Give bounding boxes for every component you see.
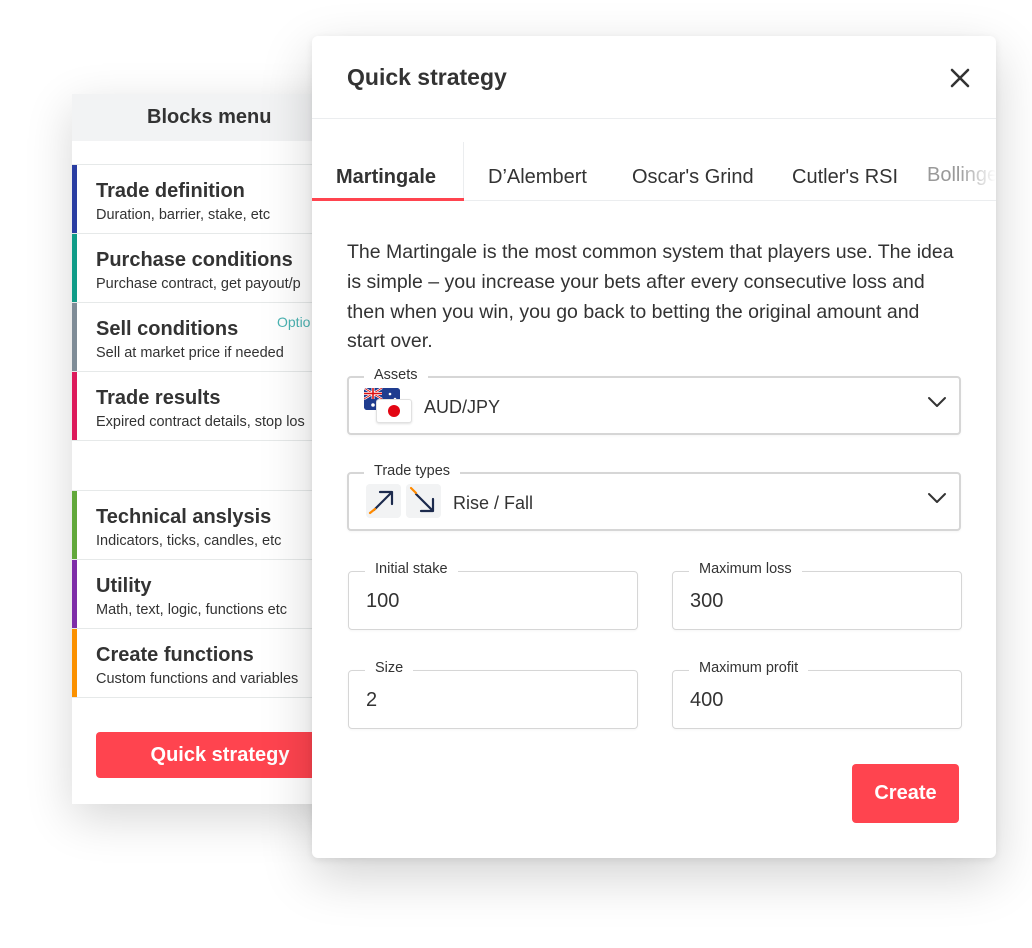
block-item-subtitle: Sell at market price if needed bbox=[96, 345, 284, 361]
maximum-profit-label: Maximum profit bbox=[689, 660, 809, 676]
strategy-tabs: Martingale D’Alembert Oscar's Grind Cutl… bbox=[312, 142, 996, 201]
block-item-subtitle: Indicators, ticks, candles, etc bbox=[96, 533, 282, 549]
japan-flag-icon bbox=[376, 399, 412, 423]
assets-select[interactable]: Assets AUD/JPY bbox=[347, 367, 961, 435]
block-item-subtitle: Expired contract details, stop los bbox=[96, 414, 305, 430]
block-item-subtitle: Custom functions and variables bbox=[96, 671, 299, 687]
modal-title: Quick strategy bbox=[347, 64, 507, 90]
size-label: Size bbox=[365, 660, 414, 676]
size-field[interactable]: Size 2 bbox=[348, 660, 638, 729]
tab-divider bbox=[463, 142, 464, 200]
maximum-loss-input[interactable]: 300 bbox=[690, 590, 723, 613]
rise-arrow-icon bbox=[366, 484, 401, 518]
initial-stake-field[interactable]: Initial stake 100 bbox=[348, 561, 638, 630]
size-input[interactable]: 2 bbox=[366, 689, 377, 712]
trade-types-value: Rise / Fall bbox=[453, 493, 534, 513]
create-button[interactable]: Create bbox=[852, 764, 959, 823]
category-color-bar bbox=[72, 303, 77, 371]
maximum-profit-field[interactable]: Maximum profit 400 bbox=[672, 660, 962, 729]
modal-header: Quick strategy bbox=[312, 36, 996, 119]
trade-types-label: Trade types bbox=[364, 463, 461, 479]
category-color-bar bbox=[72, 372, 77, 440]
initial-stake-input[interactable]: 100 bbox=[366, 590, 399, 613]
block-item-title: Purchase conditions bbox=[96, 249, 293, 271]
block-item-subtitle: Purchase contract, get payout/p bbox=[96, 276, 301, 292]
category-color-bar bbox=[72, 629, 77, 697]
category-color-bar bbox=[72, 491, 77, 559]
block-item-title: Trade results bbox=[96, 387, 221, 409]
category-color-bar bbox=[72, 560, 77, 628]
maximum-profit-input[interactable]: 400 bbox=[690, 689, 723, 712]
chevron-down-icon bbox=[928, 397, 946, 407]
tab-bollinger[interactable]: Bollinger bbox=[927, 164, 996, 187]
block-item-subtitle: Math, text, logic, functions etc bbox=[96, 602, 288, 618]
block-item-title: Create functions bbox=[96, 644, 254, 666]
block-item-title: Technical anslysis bbox=[96, 506, 272, 528]
strategy-description: The Martingale is the most common system… bbox=[347, 241, 954, 353]
block-item-title: Trade definition bbox=[96, 180, 245, 202]
category-color-bar bbox=[72, 234, 77, 302]
initial-stake-label: Initial stake bbox=[365, 561, 458, 577]
tab-cutlers-rsi[interactable]: Cutler's RSI bbox=[792, 166, 898, 189]
tab-martingale[interactable]: Martingale bbox=[336, 166, 436, 189]
category-color-bar bbox=[72, 165, 77, 233]
quick-strategy-button-label: Quick strategy bbox=[150, 743, 290, 766]
close-icon[interactable] bbox=[948, 66, 972, 90]
chevron-down-icon bbox=[928, 493, 946, 503]
maximum-loss-label: Maximum loss bbox=[689, 561, 802, 577]
tab-oscars-grind[interactable]: Oscar's Grind bbox=[632, 166, 754, 189]
block-item-title: Sell conditions bbox=[96, 318, 239, 340]
maximum-loss-field[interactable]: Maximum loss 300 bbox=[672, 561, 962, 630]
optional-badge: Optio bbox=[277, 314, 311, 330]
active-tab-indicator bbox=[312, 198, 464, 201]
quick-strategy-modal: Quick strategy Martingale D’Alembert Osc… bbox=[312, 36, 996, 858]
fall-arrow-icon bbox=[406, 484, 441, 518]
assets-label: Assets bbox=[364, 367, 428, 383]
trade-types-select[interactable]: Trade types Rise / Fall bbox=[347, 463, 961, 531]
block-item-subtitle: Duration, barrier, stake, etc bbox=[96, 207, 271, 223]
block-item-title: Utility bbox=[96, 575, 152, 597]
tab-dalembert[interactable]: D’Alembert bbox=[488, 166, 587, 189]
assets-value: AUD/JPY bbox=[424, 397, 501, 417]
